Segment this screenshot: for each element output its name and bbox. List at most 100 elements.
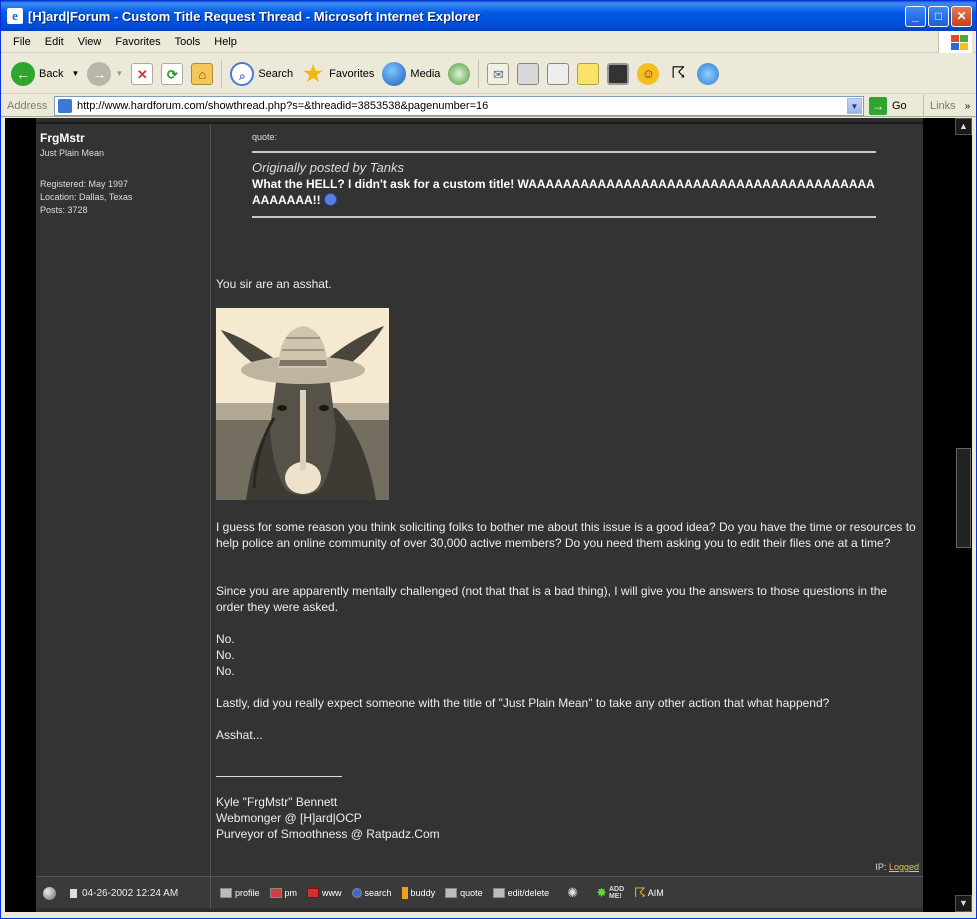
edit-page-icon[interactable]	[547, 62, 570, 85]
home-icon	[307, 888, 320, 898]
quote-button[interactable]: quote	[445, 888, 483, 898]
ie-logo-icon: e	[7, 8, 23, 24]
history-icon[interactable]	[448, 62, 471, 85]
go-button[interactable]: → Go	[869, 96, 907, 116]
post-icon	[70, 888, 77, 898]
menu-file[interactable]: File	[1, 36, 38, 48]
scroll-up-button[interactable]: ▲	[955, 118, 972, 135]
author-registered: Registered: May 1997	[40, 179, 129, 189]
msn-buddies-icon[interactable]	[697, 62, 720, 85]
home-icon[interactable]: ⌂	[191, 62, 214, 85]
forward-button[interactable]: → ▼	[83, 57, 127, 91]
search-icon: ⌕	[230, 61, 255, 86]
ip-logged-link[interactable]: Logged	[889, 862, 919, 872]
quote-label: quote:	[252, 132, 278, 142]
back-button[interactable]: ← Back ▼	[1, 57, 83, 91]
messenger-screen-icon[interactable]	[607, 62, 630, 85]
aim-button[interactable]: ☈ AIM	[634, 885, 664, 901]
address-label: Address	[7, 99, 48, 112]
address-dropdown-icon[interactable]: ▼	[847, 98, 862, 114]
maximize-button[interactable]: □	[928, 6, 949, 27]
pm-button[interactable]: pm	[269, 888, 297, 898]
windows-flag-icon	[938, 31, 972, 53]
donkey-sombrero-image	[216, 308, 389, 500]
scroll-down-button[interactable]: ▼	[955, 895, 972, 912]
quote-top-rule	[252, 151, 876, 153]
window-title: [H]ard|Forum - Custom Title Request Thre…	[28, 8, 480, 24]
forward-arrow-icon: →	[87, 61, 112, 86]
toolbar-separator	[478, 59, 480, 88]
report-button[interactable]: ✺	[559, 885, 586, 901]
window-bottom-edge	[1, 912, 976, 918]
aim-runner-icon[interactable]: ☈	[667, 63, 689, 85]
post-paragraph: I guess for some reason you think solici…	[216, 520, 916, 550]
post-paragraph: Lastly, did you really expect someone wi…	[216, 696, 830, 710]
vertical-scrollbar[interactable]: ▲ ▼	[955, 118, 972, 912]
smiley-award-icon[interactable]: ☺	[637, 62, 660, 85]
signature-line: Kyle "FrgMstr" Bennett	[216, 795, 338, 809]
menu-help[interactable]: Help	[207, 36, 244, 48]
favorites-button[interactable]: ★ Favorites	[297, 57, 378, 91]
menu-tools[interactable]: Tools	[168, 36, 208, 48]
media-button[interactable]: Media	[378, 57, 444, 91]
back-dropdown-icon[interactable]: ▼	[71, 69, 79, 78]
signature-line: Purveyor of Smoothness @ Ratpadz.Com	[216, 827, 440, 841]
post-paragraph: Since you are apparently mentally challe…	[216, 584, 888, 614]
title-bar: e [H]ard|Forum - Custom Title Request Th…	[1, 1, 976, 31]
quote-text: What the HELL? I didn't ask for a custom…	[252, 177, 875, 207]
author-panel: FrgMstr Just Plain Mean Registered: May …	[36, 124, 211, 876]
menu-view[interactable]: View	[71, 36, 109, 48]
author-location: Location: Dallas, Texas	[40, 192, 133, 202]
media-globe-icon	[382, 61, 407, 86]
search-button[interactable]: ⌕ Search	[226, 57, 297, 91]
minimize-button[interactable]: _	[905, 6, 926, 27]
buddy-button[interactable]: buddy	[401, 887, 435, 899]
quote-bottom-rule	[252, 216, 876, 218]
menu-edit[interactable]: Edit	[38, 36, 71, 48]
page-viewport: FrgMstr Just Plain Mean Registered: May …	[5, 118, 959, 912]
notes-icon[interactable]	[577, 62, 600, 85]
mail-icon[interactable]: ✉	[487, 62, 510, 85]
edit-delete-button[interactable]: edit/delete	[492, 888, 549, 898]
post-answer: No.	[216, 632, 235, 646]
author-posts: Posts: 3728	[40, 205, 88, 215]
standard-toolbar: ← Back ▼ → ▼ ✕ ⟳ ⌂ ⌕ Search ★ Favorites …	[1, 54, 976, 94]
author-name[interactable]: FrgMstr	[40, 131, 85, 145]
add-me-button[interactable]: ✸ ADD ME!	[596, 885, 624, 901]
links-button[interactable]: Links »	[923, 95, 976, 117]
post-paragraph: You sir are an asshat.	[216, 277, 332, 291]
offline-status-icon	[43, 886, 56, 900]
menu-bar: File Edit View Favorites Tools Help	[1, 31, 976, 53]
author-title: Just Plain Mean	[40, 148, 105, 158]
ip-status: IP: Logged	[875, 862, 919, 872]
go-arrow-icon: →	[869, 97, 887, 115]
menu-favorites[interactable]: Favorites	[108, 36, 167, 48]
address-input[interactable]: http://www.hardforum.com/showthread.php?…	[54, 96, 864, 116]
links-chevron-icon: »	[964, 101, 971, 112]
browser-window: e [H]ard|Forum - Custom Title Request Th…	[0, 0, 977, 919]
close-button[interactable]: ✕	[951, 6, 972, 27]
aim-runner-icon: ☈	[634, 885, 646, 900]
post-body: quote: Originally posted by Tanks What t…	[212, 124, 923, 876]
back-arrow-icon: ←	[11, 61, 35, 86]
favorites-star-icon: ★	[303, 60, 324, 86]
quote-attribution: Originally posted by Tanks	[252, 160, 404, 175]
quote-icon	[445, 888, 458, 898]
www-button[interactable]: www	[307, 888, 342, 898]
add-me-icon: ✸	[596, 885, 607, 900]
buddy-icon	[401, 887, 408, 899]
starburst-icon: ✺	[567, 885, 579, 900]
post-date: 04-26-2002 12:24 AM	[82, 887, 179, 899]
print-icon[interactable]	[517, 62, 540, 85]
page-icon	[58, 99, 72, 113]
profile-icon	[220, 888, 232, 898]
scroll-thumb[interactable]	[956, 448, 971, 548]
forum-post-container: FrgMstr Just Plain Mean Registered: May …	[36, 118, 923, 912]
forward-dropdown-icon[interactable]: ▼	[115, 69, 123, 78]
search-posts-button[interactable]: search	[351, 888, 392, 898]
profile-button[interactable]: profile	[220, 888, 260, 898]
signature-divider	[216, 776, 342, 777]
stop-icon[interactable]: ✕	[131, 62, 154, 85]
refresh-icon[interactable]: ⟳	[161, 62, 184, 85]
search-icon	[351, 888, 362, 898]
